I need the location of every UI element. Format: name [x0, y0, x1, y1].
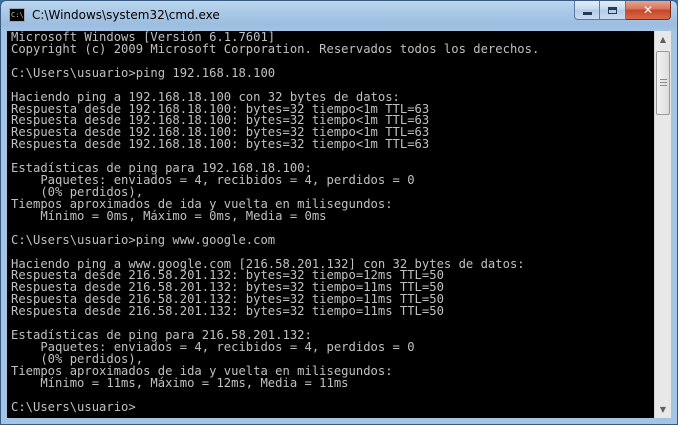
console-line: C:\Users\usuario>ping www.google.com: [11, 232, 276, 247]
console-line: Mínimo = 0ms, Máximo = 0ms, Media = 0ms: [11, 208, 327, 223]
console-window: C:\ C:\Windows\system32\cmd.exe ✕ Micros…: [0, 0, 678, 425]
console-line: C:\Users\usuario>: [11, 399, 136, 414]
vertical-scrollbar[interactable]: ▲ ▼: [654, 31, 671, 418]
grip-line: [660, 82, 667, 83]
minimize-button[interactable]: [574, 1, 600, 20]
window-title: C:\Windows\system32\cmd.exe: [32, 8, 220, 22]
grip-line: [660, 79, 667, 80]
scroll-down-button[interactable]: ▼: [655, 401, 671, 418]
console-line: Mínimo = 11ms, Máximo = 12ms, Media = 11…: [11, 375, 349, 390]
arrow-down-icon: ▼: [659, 405, 667, 414]
maximize-icon: [608, 6, 617, 14]
console-line: Copyright (c) 2009 Microsoft Corporation…: [11, 41, 540, 56]
caption-buttons: ✕: [574, 1, 671, 20]
console-line: C:\Users\usuario>ping 192.168.18.100: [11, 65, 276, 80]
scroll-thumb[interactable]: [656, 51, 670, 115]
title-bar[interactable]: C:\ C:\Windows\system32\cmd.exe ✕: [1, 1, 677, 31]
arrow-up-icon: ▲: [659, 35, 667, 44]
grip-line: [660, 85, 667, 86]
close-button[interactable]: ✕: [626, 1, 671, 20]
minimize-icon: [582, 11, 592, 15]
console-line: Respuesta desde 216.58.201.132: bytes=32…: [11, 304, 444, 319]
scroll-up-button[interactable]: ▲: [655, 31, 671, 48]
close-icon: ✕: [642, 3, 654, 17]
cmd-icon-text: C:\: [11, 11, 24, 19]
cmd-console-icon[interactable]: C:\: [9, 8, 25, 22]
console-line: Respuesta desde 192.168.18.100: bytes=32…: [11, 137, 430, 152]
console-text: Microsoft Windows [Versión 6.1.7601] Copy…: [7, 31, 654, 414]
console-output[interactable]: Microsoft Windows [Versión 6.1.7601] Copy…: [7, 31, 654, 418]
maximize-button[interactable]: [600, 1, 626, 20]
